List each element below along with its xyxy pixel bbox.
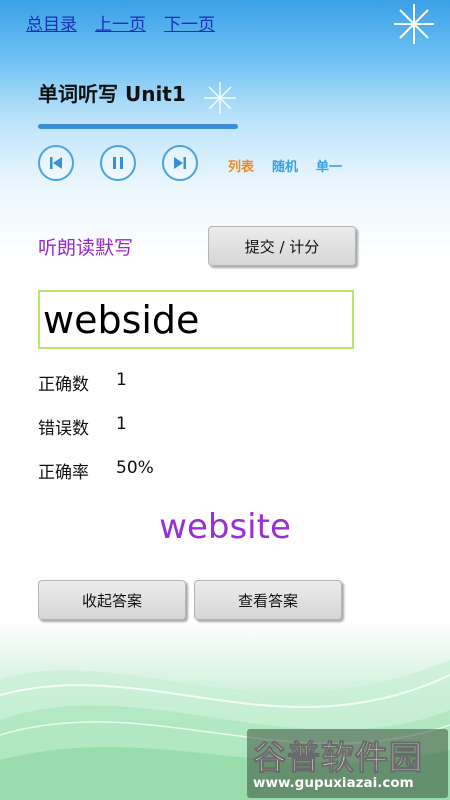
submit-score-button[interactable]: 提交 / 计分 — [208, 226, 356, 266]
correct-answer-word: website — [159, 507, 291, 547]
hide-answer-button[interactable]: 收起答案 — [38, 580, 186, 620]
nav-prev-link[interactable]: 上一页 — [95, 10, 146, 35]
mode-single-button[interactable]: 单一 — [316, 156, 342, 175]
dictation-screen: 总目录 上一页 下一页 单词听写 Unit1 列表 随机 单一 听朗读默写 提交… — [0, 0, 450, 800]
watermark-logo: 谷普软件园 www.gupuxiazai.com — [247, 729, 448, 798]
mode-random-button[interactable]: 随机 — [272, 156, 298, 175]
wrong-count-value: 1 — [116, 414, 127, 434]
previous-track-button[interactable] — [38, 145, 74, 181]
progress-bar — [38, 124, 238, 129]
correct-count-label: 正确数 — [38, 375, 89, 395]
answer-input[interactable] — [38, 290, 354, 349]
mode-list-button[interactable]: 列表 — [228, 156, 254, 175]
top-nav: 总目录 上一页 下一页 — [26, 10, 215, 35]
correct-count-value: 1 — [116, 370, 127, 390]
dictation-label: 听朗读默写 — [38, 237, 134, 259]
progress-fill — [38, 124, 238, 129]
accuracy-label: 正确率 — [38, 463, 89, 483]
show-answer-button[interactable]: 查看答案 — [194, 580, 342, 620]
nav-home-link[interactable]: 总目录 — [26, 10, 77, 35]
watermark-url: www.gupuxiazai.com — [253, 775, 414, 791]
wrong-count-label: 错误数 — [38, 419, 89, 439]
accuracy-value: 50% — [116, 458, 154, 478]
pause-icon — [113, 157, 123, 169]
skip-previous-icon — [50, 157, 62, 169]
pause-button[interactable] — [100, 145, 136, 181]
watermark-name: 谷普软件园 — [253, 738, 423, 778]
next-track-button[interactable] — [162, 145, 198, 181]
nav-next-link[interactable]: 下一页 — [164, 10, 215, 35]
page-title: 单词听写 Unit1 — [38, 82, 186, 106]
skip-next-icon — [174, 157, 186, 169]
